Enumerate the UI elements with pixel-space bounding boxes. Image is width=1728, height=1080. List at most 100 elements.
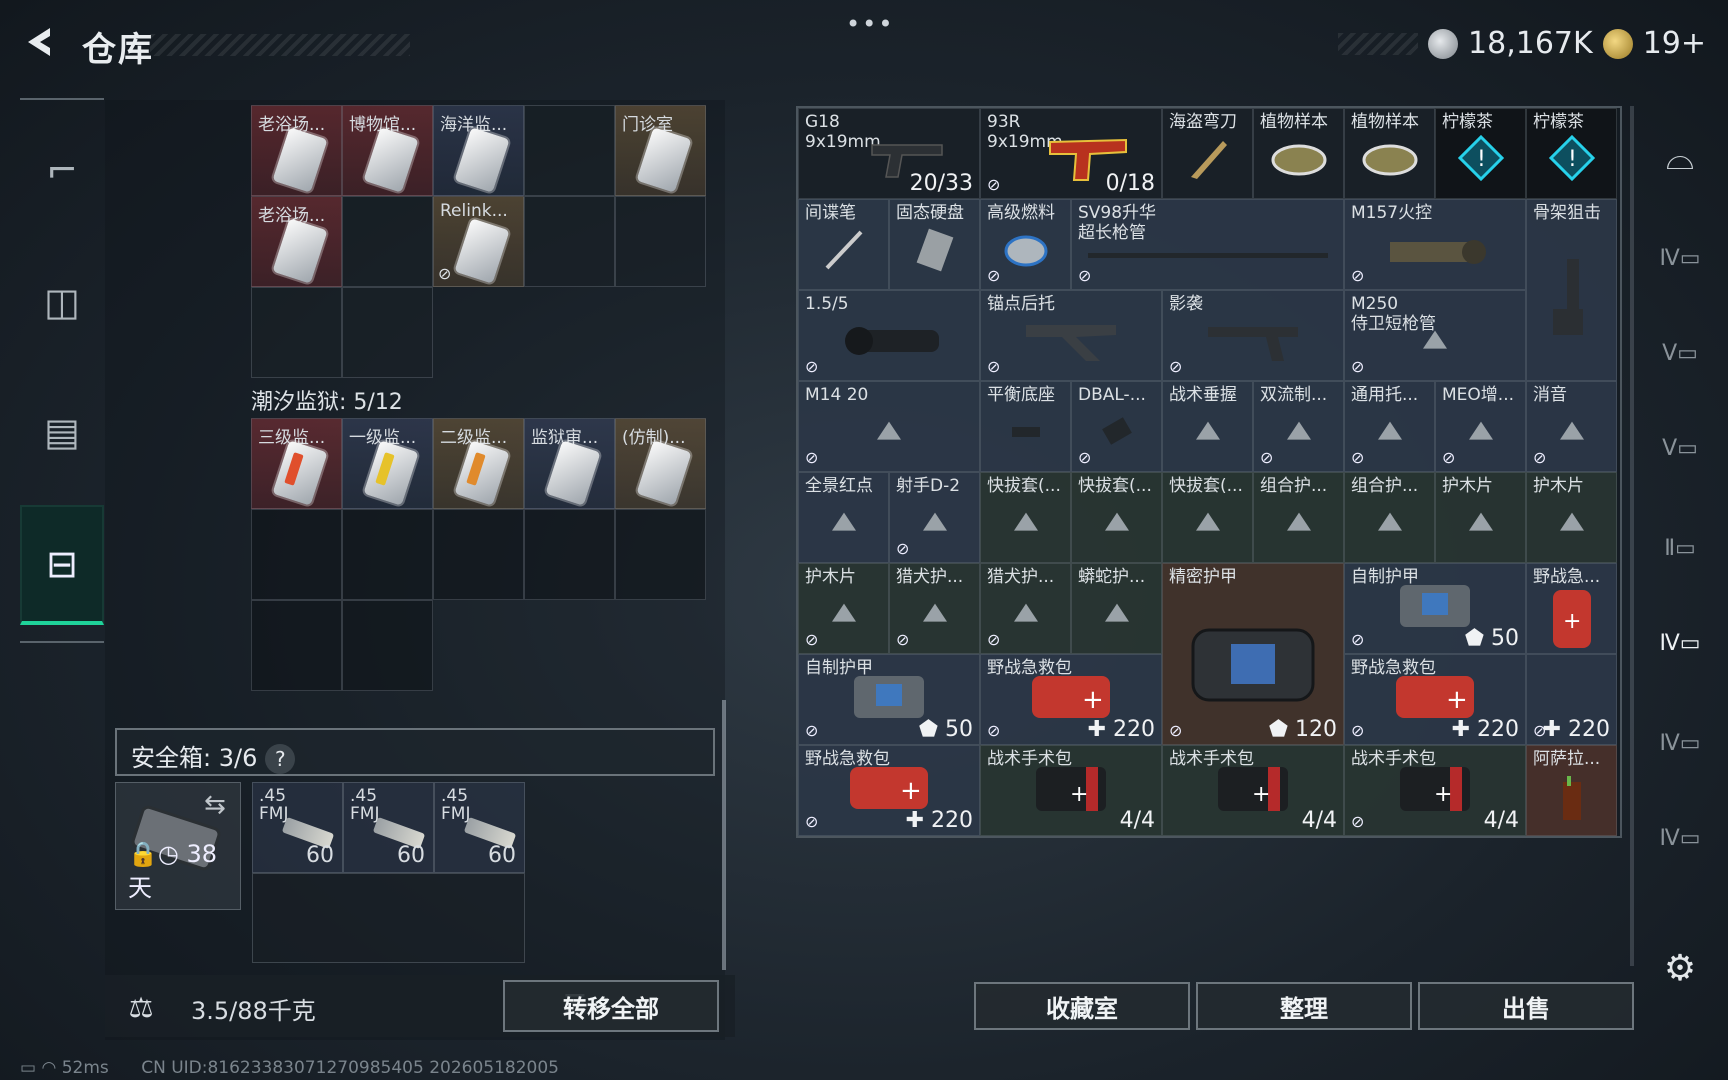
item-tac-surgery-kit[interactable]: 战术手术包 +4/4 [1162, 745, 1344, 836]
prison-card[interactable]: 三级监... [251, 418, 342, 509]
inventory-scrollbar[interactable] [1630, 106, 1634, 966]
item-precise-armor[interactable]: 精密护甲 ⊘ ⬟ 120 [1162, 563, 1344, 745]
item-hound-guard[interactable]: 猎犬护... ⊘ [980, 563, 1071, 654]
empty-slot[interactable] [615, 196, 706, 287]
empty-slot[interactable] [252, 873, 525, 963]
item-quick-holster[interactable]: 快拔套(... [980, 472, 1071, 563]
ammo-slot[interactable]: .45 FMJ 60 [343, 782, 434, 873]
key-card[interactable]: 门诊室 [615, 105, 706, 196]
item-ssd[interactable]: 固态硬盘 [889, 199, 980, 290]
key-card[interactable]: 老浴场... [251, 105, 342, 196]
tier-ii-container-icon[interactable]: Ⅱ▭ [1650, 518, 1710, 578]
key-card[interactable]: 博物馆... [342, 105, 433, 196]
item-handguard[interactable]: 护木片 [1526, 472, 1617, 563]
backpack-tab-icon[interactable]: ◫ [20, 242, 104, 362]
item-pirate-knife[interactable]: 海盗弯刀 [1162, 108, 1253, 199]
empty-slot[interactable] [342, 509, 433, 600]
item-anchor-stock[interactable]: 锚点后托 ⊘ [980, 290, 1162, 381]
item-m250-barrel[interactable]: M250 侍卫短枪管 ⊘ [1344, 290, 1526, 381]
item-field-kit[interactable]: 野战急救包 + ⊘ ✚ 220 [1344, 654, 1526, 745]
tier-iv-container-icon[interactable]: Ⅳ▭ [1650, 808, 1710, 868]
empty-slot[interactable] [251, 600, 342, 691]
item-scope[interactable]: 1.5/5 ⊘ [798, 290, 980, 381]
item-handguard[interactable]: 护木片 ⊘ [798, 563, 889, 654]
item-tac-surgery-kit[interactable]: 战术手术包 +4/4 [980, 745, 1162, 836]
item-meo[interactable]: MEO增... ⊘ [1435, 381, 1526, 472]
item-spy-pen[interactable]: 间谍笔 [798, 199, 889, 290]
item-m14-mag[interactable]: M14 20 ⊘ [798, 381, 980, 472]
sell-button[interactable]: 出售 [1418, 982, 1634, 1030]
item-tac-surgery-kit[interactable]: 战术手术包 + ⊘ 4/4 [1344, 745, 1526, 836]
safe-case[interactable]: ⇆ 🔒◷ 38天 [115, 782, 241, 910]
more-menu-icon[interactable]: ••• [846, 10, 894, 38]
gear-icon[interactable]: ⚙ [1650, 938, 1710, 998]
stash-scrollbar[interactable] [722, 700, 726, 970]
empty-slot[interactable] [524, 105, 615, 196]
item-quick-holster[interactable]: 快拔套(... [1162, 472, 1253, 563]
ammo-slot[interactable]: .45 FMJ 60 [434, 782, 525, 873]
item-tac-grip[interactable]: 战术垂握 [1162, 381, 1253, 472]
prison-card[interactable]: 二级监... [433, 418, 524, 509]
item-skeleton-stock[interactable]: 骨架狙击 [1526, 199, 1617, 381]
empty-slot[interactable] [342, 600, 433, 691]
prison-card[interactable]: 监狱审... [524, 418, 615, 509]
item-quick-holster[interactable]: 快拔套(... [1071, 472, 1162, 563]
collection-room-button[interactable]: 收藏室 [974, 982, 1190, 1030]
back-arrow-icon[interactable] [20, 22, 60, 62]
item-hound-guard[interactable]: 猎犬护... ⊘ [889, 563, 980, 654]
silver-amount[interactable]: 18,167K [1468, 26, 1593, 61]
item-g18[interactable]: G18 9x19mm 20/33 [798, 108, 980, 199]
item-combo-guard[interactable]: 组合护... [1344, 472, 1435, 563]
empty-slot[interactable] [524, 196, 615, 287]
prison-card[interactable]: (仿制)... [615, 418, 706, 509]
tier-iv-container-icon[interactable]: Ⅳ▭ [1650, 713, 1710, 773]
item-self-armor[interactable]: 自制护甲 ⊘ ⬟ 50 [1344, 563, 1526, 654]
tier-iv-container-active-icon[interactable]: Ⅳ▭ [1650, 613, 1710, 673]
empty-slot[interactable] [524, 509, 615, 600]
helmet-icon[interactable]: ⌓ [1650, 128, 1710, 188]
tier-iv-container-icon[interactable]: Ⅳ▭ [1650, 228, 1710, 288]
item-universal-stock[interactable]: 通用托... ⊘ [1344, 381, 1435, 472]
item-field-kit[interactable]: 野战急救包 + ⊘ ✚ 220 [798, 745, 980, 836]
item-plant-sample[interactable]: 植物样本 [1253, 108, 1344, 199]
transfer-all-button[interactable]: 转移全部 [503, 980, 719, 1032]
organize-button[interactable]: 整理 [1196, 982, 1412, 1030]
empty-slot[interactable] [342, 196, 433, 287]
item-93r[interactable]: 93R 9x19mm ⊘ 0/18 [980, 108, 1162, 199]
item-shooter-d2[interactable]: 射手D-2 ⊘ [889, 472, 980, 563]
prison-card[interactable]: 一级监... [342, 418, 433, 509]
item-dbal[interactable]: DBAL-... ⊘ [1071, 381, 1162, 472]
item-shadow-stock[interactable]: 影袭 ⊘ [1162, 290, 1344, 381]
tier-v-container-icon[interactable]: Ⅴ▭ [1650, 418, 1710, 478]
item-field-kit[interactable]: 野战急救包 + ⊘ ✚ 220 [980, 654, 1162, 745]
item-field-kit[interactable]: 野战急... + [1526, 563, 1617, 654]
empty-slot[interactable] [615, 509, 706, 600]
key-card[interactable]: Relink... ⊘ [433, 196, 524, 287]
empty-slot[interactable] [433, 509, 524, 600]
empty-slot[interactable] [342, 287, 433, 378]
vest-tab-icon[interactable]: ▤ [20, 372, 104, 492]
key-card[interactable]: 老浴场... [251, 196, 342, 287]
item-self-armor[interactable]: 自制护甲 ⊘ ⬟ 50 [798, 654, 980, 745]
item-combo-guard[interactable]: 组合护... [1253, 472, 1344, 563]
item-plant-sample[interactable]: 植物样本 [1344, 108, 1435, 199]
item-m157[interactable]: M157火控 ⊘ [1344, 199, 1526, 290]
item-panorama-dot[interactable]: 全景红点 [798, 472, 889, 563]
item-sv98-barrel[interactable]: SV98升华 超长枪管 ⊘ [1071, 199, 1344, 290]
gold-amount[interactable]: 19+ [1643, 26, 1706, 61]
item-lemon-tea[interactable]: 柠檬茶! [1526, 108, 1617, 199]
item-lemon-tea[interactable]: 柠檬茶! [1435, 108, 1526, 199]
item-balance-base[interactable]: 平衡底座 [980, 381, 1071, 472]
empty-slot[interactable] [251, 509, 342, 600]
item-asala-drink[interactable]: 阿萨拉... [1526, 745, 1617, 836]
item-dual-flow[interactable]: 双流制... ⊘ [1253, 381, 1344, 472]
item-fuel[interactable]: 高级燃料 ⊘ [980, 199, 1071, 290]
weapon-tab-icon[interactable]: ⌐ [20, 110, 104, 230]
storage-tab-icon[interactable]: ⊟ [20, 505, 104, 625]
item-viper-guard[interactable]: 蟒蛇护... [1071, 563, 1162, 654]
ammo-slot[interactable]: .45 FMJ 60 [252, 782, 343, 873]
item-silencer[interactable]: 消音 ⊘ [1526, 381, 1617, 472]
item-field-kit-stack[interactable]: ⊘ ✚ 220 [1526, 654, 1617, 745]
key-card[interactable]: 海洋监... [433, 105, 524, 196]
empty-slot[interactable] [251, 287, 342, 378]
